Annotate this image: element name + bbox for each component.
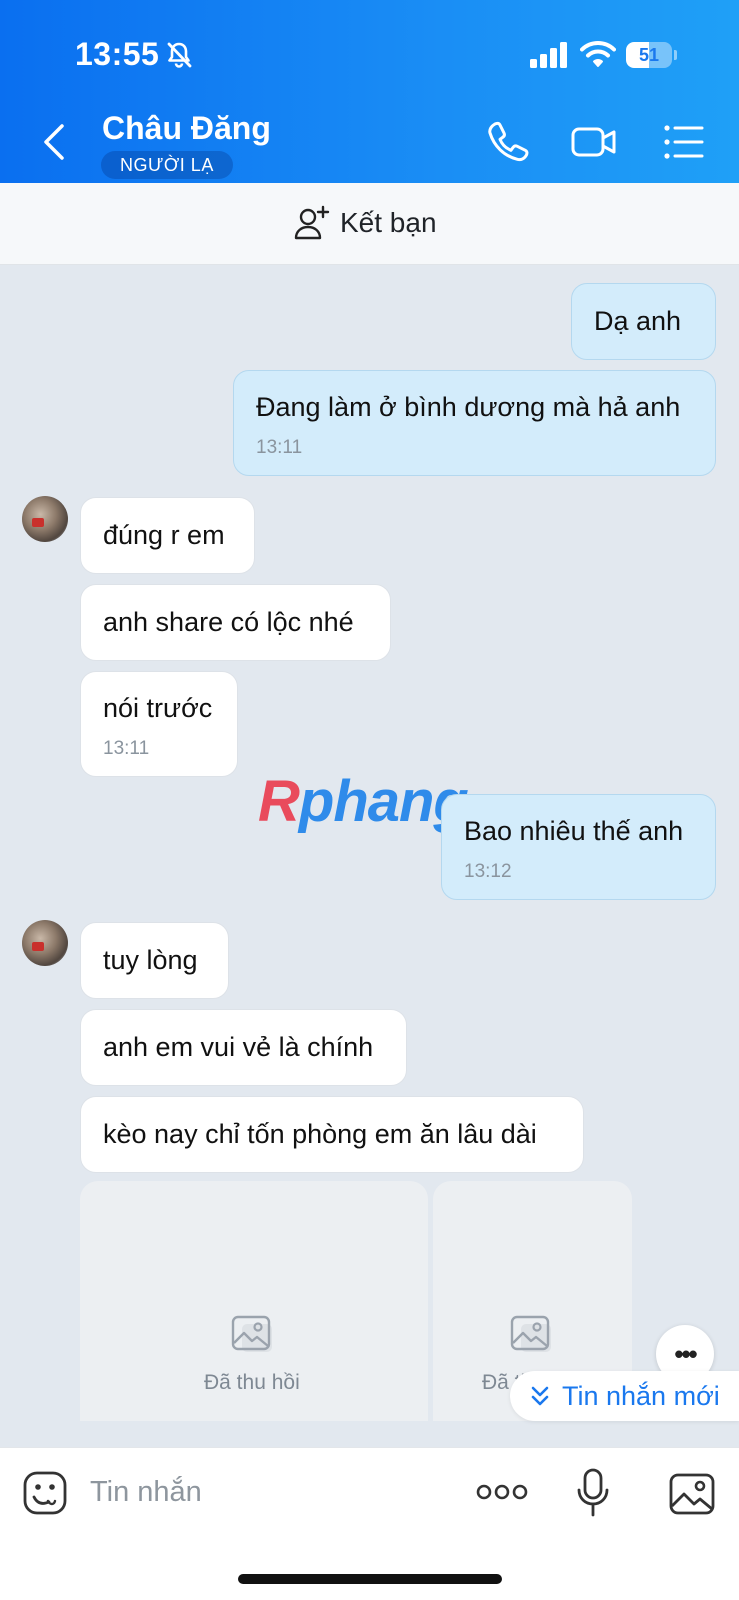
message-bubble-incoming[interactable]: tuy lòng	[80, 922, 229, 999]
more-horizontal-icon[interactable]	[476, 1478, 528, 1506]
gallery-image-icon[interactable]	[668, 1472, 716, 1516]
message-bubble-incoming[interactable]: anh share có lộc nhé	[80, 584, 391, 661]
more-dots-icon: •••	[674, 1338, 697, 1369]
chat-header: 13:55 51 Châu Đăng NGƯỜI LẠ	[0, 0, 739, 183]
avatar[interactable]	[22, 496, 68, 542]
image-icon	[510, 1315, 551, 1352]
message-text: đúng r em	[103, 520, 225, 550]
add-friend-button[interactable]: Kết bạn	[294, 205, 437, 241]
message-bubble-outgoing[interactable]: Dạ anh	[571, 283, 716, 360]
recalled-label: Đã thu hồi	[204, 1371, 300, 1394]
message-text: anh em vui vẻ là chính	[103, 1032, 374, 1062]
message-bubble-incoming[interactable]: anh em vui vẻ là chính	[80, 1009, 407, 1086]
message-bubble-incoming[interactable]: nói trước 13:11	[80, 671, 238, 777]
message-bubble-incoming[interactable]: đúng r em	[80, 497, 255, 574]
stranger-badge: NGƯỜI LẠ	[101, 151, 233, 179]
emoji-sticker-icon[interactable]	[22, 1470, 68, 1516]
message-time: 13:11	[103, 738, 150, 759]
home-indicator[interactable]	[238, 1574, 502, 1584]
watermark-logo: Rphang	[258, 769, 469, 834]
message-input[interactable]: Tin nhắn	[90, 1476, 202, 1509]
message-time: 13:11	[256, 437, 303, 458]
message-bubble-incoming[interactable]: kèo nay chỉ tốn phòng em ăn lâu dài	[80, 1096, 584, 1173]
message-text: tuy lòng	[103, 945, 198, 975]
message-text: Bao nhiêu thế anh	[464, 816, 684, 846]
contact-name[interactable]: Châu Đăng	[102, 110, 271, 147]
wifi-icon	[580, 41, 616, 67]
message-text: Đang làm ở bình dương mà hả anh	[256, 392, 681, 422]
new-messages-button[interactable]: Tin nhắn mới	[510, 1371, 739, 1421]
image-icon	[231, 1315, 272, 1352]
battery-percent: 51	[638, 45, 660, 65]
menu-list-icon[interactable]	[660, 118, 708, 166]
signal-icon	[530, 42, 567, 68]
add-friend-label: Kết bạn	[340, 207, 437, 238]
message-text: nói trước	[103, 693, 213, 723]
status-time: 13:55	[75, 36, 160, 72]
add-friend-bar: Kết bạn	[0, 183, 739, 265]
avatar[interactable]	[22, 920, 68, 966]
double-chevron-down-icon	[531, 1386, 549, 1406]
video-call-icon[interactable]	[570, 118, 618, 166]
message-text: Dạ anh	[594, 306, 682, 336]
message-text: kèo nay chỉ tốn phòng em ăn lâu dài	[103, 1119, 537, 1149]
battery-indicator: 51	[626, 42, 677, 68]
message-text: anh share có lộc nhé	[103, 607, 354, 637]
phone-call-icon[interactable]	[484, 118, 532, 166]
message-bubble-outgoing[interactable]: Bao nhiêu thế anh 13:12	[441, 794, 716, 900]
new-messages-label: Tin nhắn mới	[562, 1380, 720, 1411]
back-chevron-icon[interactable]	[36, 118, 72, 166]
add-user-icon	[294, 205, 330, 240]
recalled-media-tile[interactable]: Đã thu hồi	[80, 1181, 428, 1421]
microphone-icon[interactable]	[576, 1468, 610, 1518]
message-time: 13:12	[464, 861, 512, 882]
message-bubble-outgoing[interactable]: Đang làm ở bình dương mà hả anh 13:11	[233, 370, 716, 476]
bell-muted-icon	[167, 42, 192, 68]
